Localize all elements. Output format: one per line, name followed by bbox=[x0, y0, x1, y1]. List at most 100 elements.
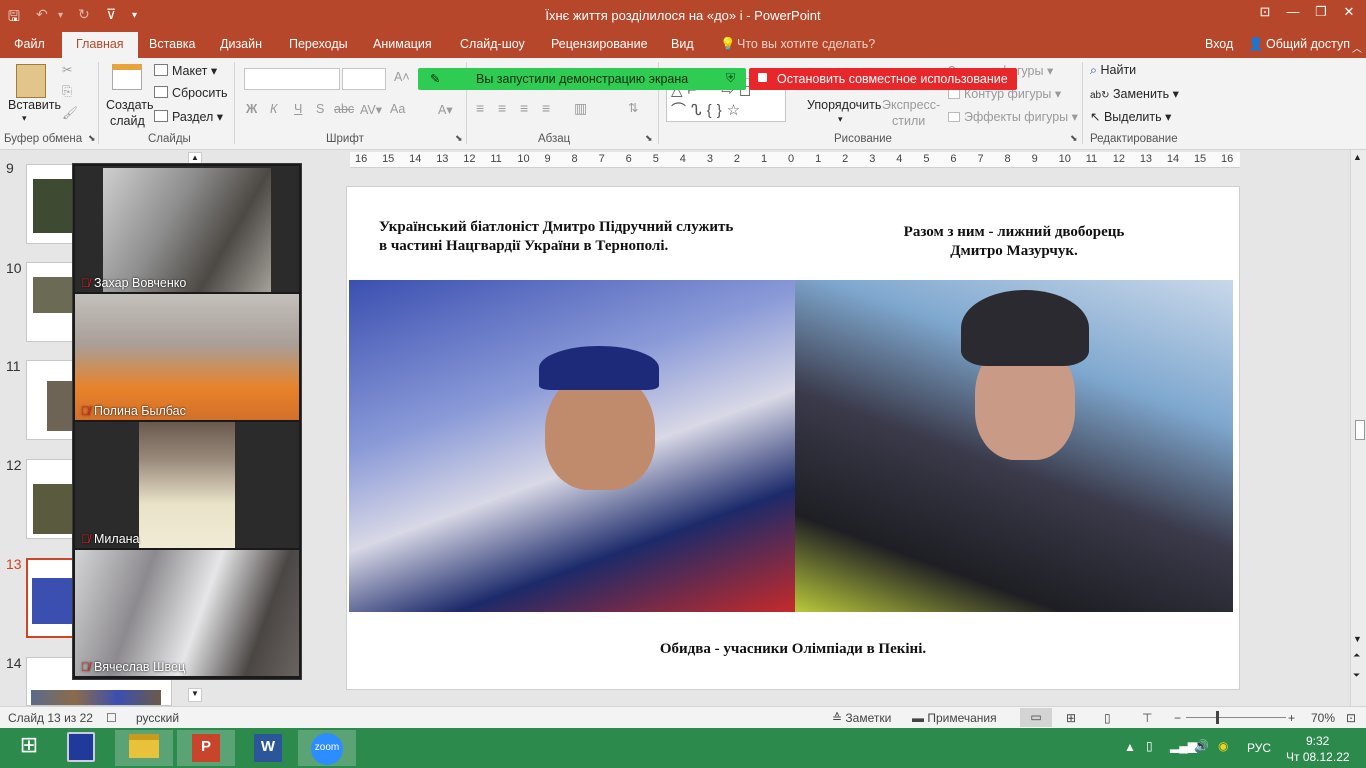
zoom-out-icon[interactable]: − bbox=[1174, 711, 1181, 725]
scroll-up-icon[interactable]: ▲ bbox=[1353, 152, 1362, 162]
arrange-button[interactable]: Упорядочить bbox=[807, 98, 881, 112]
clipboard-launcher-icon[interactable]: ⬊ bbox=[88, 133, 96, 144]
network-icon[interactable]: ▂▄▆ bbox=[1170, 739, 1197, 753]
text-direction-icon[interactable]: ⇅ bbox=[628, 100, 638, 115]
fit-to-window-icon[interactable]: ⊡ bbox=[1346, 711, 1356, 725]
share-button[interactable]: Общий доступ bbox=[1266, 37, 1350, 51]
shadow-button[interactable]: S bbox=[316, 102, 324, 116]
paste-icon[interactable] bbox=[16, 64, 46, 98]
reset-button[interactable]: Сбросить bbox=[154, 86, 228, 100]
ski-jumper-photo[interactable] bbox=[795, 280, 1233, 612]
font-color-icon[interactable]: A▾ bbox=[438, 102, 453, 117]
font-launcher-icon[interactable]: ⬊ bbox=[455, 133, 463, 144]
collapse-ribbon-icon[interactable]: ︿ bbox=[1352, 40, 1362, 55]
tab-view[interactable]: Вид bbox=[671, 37, 694, 51]
zoom-slider-thumb[interactable] bbox=[1216, 711, 1219, 724]
paragraph-launcher-icon[interactable]: ⬊ bbox=[645, 133, 653, 144]
biathlete-photo[interactable] bbox=[349, 280, 795, 612]
reading-view-icon[interactable]: ▯ bbox=[1104, 711, 1111, 725]
tell-me-search[interactable]: Что вы хотите сделать? bbox=[737, 37, 875, 51]
new-slide-label-2[interactable]: слайд bbox=[110, 114, 145, 128]
format-painter-icon[interactable]: 🖌 bbox=[62, 106, 78, 121]
tab-animation[interactable]: Анимация bbox=[373, 37, 432, 51]
font-size-combo[interactable] bbox=[342, 68, 386, 90]
thumbnails-scroll-down-icon[interactable]: ▼ bbox=[188, 688, 202, 702]
columns-icon[interactable]: ▥ bbox=[574, 100, 587, 117]
tray-expand-icon[interactable]: ▲ bbox=[1124, 740, 1136, 754]
zoom-in-icon[interactable]: + bbox=[1288, 711, 1295, 725]
volume-icon[interactable]: 🔊 bbox=[1194, 739, 1209, 753]
grow-font-icon[interactable]: A˄ bbox=[394, 70, 410, 84]
replace-button[interactable]: ab↻ Заменить ▾ bbox=[1090, 86, 1179, 101]
underline-button[interactable]: Ч bbox=[294, 102, 302, 116]
slideshow-view-icon[interactable]: ⊤ bbox=[1142, 711, 1152, 725]
comments-button[interactable]: ▬ Примечания bbox=[912, 711, 997, 725]
shape-effects-button[interactable]: Эффекты фигуры ▾ bbox=[948, 109, 1078, 124]
drawing-launcher-icon[interactable]: ⬊ bbox=[1070, 133, 1078, 144]
slide-canvas[interactable]: Український біатлоніст Дмитро Підручний … bbox=[346, 186, 1240, 690]
battery-icon[interactable]: ▯ bbox=[1146, 739, 1153, 753]
copy-icon[interactable]: ⎘ bbox=[62, 84, 72, 99]
find-button[interactable]: ⌕ Найти bbox=[1090, 63, 1136, 78]
section-button[interactable]: Раздел ▾ bbox=[154, 109, 223, 124]
slide-text-left[interactable]: Український біатлоніст Дмитро Підручний … bbox=[379, 218, 799, 256]
strikethrough-button[interactable]: abc bbox=[334, 102, 354, 116]
justify-icon[interactable]: ≡ bbox=[542, 100, 550, 116]
editor-vertical-scrollbar[interactable]: ▲ ▼ ⏶ ⏷ bbox=[1350, 150, 1366, 706]
select-button[interactable]: ↖ Выделить ▾ bbox=[1090, 109, 1171, 124]
tab-insert[interactable]: Вставка bbox=[149, 37, 195, 51]
word-taskbar-icon[interactable]: W bbox=[239, 730, 297, 766]
change-case-button[interactable]: Aa bbox=[390, 102, 405, 116]
tab-review[interactable]: Рецензирование bbox=[551, 37, 648, 51]
zoom-slider[interactable] bbox=[1186, 717, 1286, 718]
signin-link[interactable]: Вход bbox=[1205, 37, 1233, 51]
minimize-icon[interactable]: — bbox=[1280, 4, 1306, 26]
tab-home[interactable]: Главная bbox=[62, 32, 138, 58]
clock-time[interactable]: 9:32 bbox=[1306, 734, 1329, 748]
tab-slideshow[interactable]: Слайд-шоу bbox=[460, 37, 525, 51]
participant-video-tile[interactable]: 🎙̸ Захар Вовченко bbox=[75, 166, 299, 292]
participant-video-tile[interactable]: 🎙̸ Полина Былбас bbox=[75, 294, 299, 420]
paste-dropdown-icon[interactable]: ▾ bbox=[22, 113, 27, 124]
italic-button[interactable]: К bbox=[270, 102, 277, 116]
prev-slide-icon[interactable]: ⏶ bbox=[1353, 650, 1360, 661]
participant-video-tile[interactable]: 🎙̸ Милана bbox=[75, 422, 299, 548]
slide-text-bottom[interactable]: Обидва - учасники Олімпіади в Пекіні. bbox=[347, 640, 1239, 659]
notes-button[interactable]: ≙ Заметки bbox=[832, 711, 891, 725]
participant-video-tile[interactable]: 🎙̸ Вячеслав Швец bbox=[75, 550, 299, 676]
spellcheck-icon[interactable]: ☐ bbox=[106, 711, 117, 725]
powerpoint-taskbar-icon[interactable]: P bbox=[177, 730, 235, 766]
next-slide-icon[interactable]: ⏷ bbox=[1353, 670, 1360, 681]
stop-share-button[interactable]: Остановить совместное использование bbox=[749, 68, 1017, 90]
language-indicator[interactable]: русский bbox=[136, 711, 179, 725]
notification-app-icon[interactable]: ◉ bbox=[1218, 739, 1228, 753]
keyboard-language[interactable]: РУС bbox=[1247, 741, 1271, 755]
tab-transitions[interactable]: Переходы bbox=[289, 37, 348, 51]
file-explorer-icon[interactable] bbox=[115, 730, 173, 766]
layout-button[interactable]: Макет ▾ bbox=[154, 63, 217, 78]
align-right-icon[interactable]: ≡ bbox=[520, 100, 528, 116]
zoom-level[interactable]: 70% bbox=[1311, 711, 1335, 725]
quick-styles-button[interactable]: Экспресс- bbox=[882, 98, 940, 112]
clock-date[interactable]: Чт 08.12.22 bbox=[1286, 750, 1350, 764]
pin-icon[interactable]: ✎ bbox=[430, 71, 440, 86]
quick-styles-label-2[interactable]: стили bbox=[892, 114, 925, 128]
paste-button[interactable]: Вставить bbox=[8, 98, 61, 112]
new-slide-button[interactable]: Создать bbox=[106, 98, 154, 112]
close-icon[interactable]: ✕ bbox=[1336, 4, 1362, 26]
zoom-video-gallery[interactable]: 🎙̸ Захар Вовченко 🎙̸ Полина Былбас 🎙̸ Милан… bbox=[72, 163, 302, 680]
ribbon-display-icon[interactable]: ⊡ bbox=[1252, 4, 1278, 26]
align-center-icon[interactable]: ≡ bbox=[498, 100, 506, 116]
save-app-icon[interactable] bbox=[52, 730, 110, 766]
char-spacing-icon[interactable]: AV▾ bbox=[360, 102, 382, 117]
slide-text-right[interactable]: Разом з ним - лижний двоборець Дмитро Ма… bbox=[847, 223, 1181, 261]
scroll-down-icon[interactable]: ▼ bbox=[1353, 634, 1362, 644]
new-slide-icon[interactable] bbox=[112, 64, 142, 90]
font-name-combo[interactable] bbox=[244, 68, 340, 90]
restore-icon[interactable]: ❐ bbox=[1308, 4, 1334, 26]
cut-icon[interactable]: ✂ bbox=[62, 62, 72, 77]
start-icon[interactable]: ⊞ bbox=[0, 730, 58, 766]
tab-design[interactable]: Дизайн bbox=[220, 37, 262, 51]
tab-file[interactable]: Файл bbox=[14, 37, 45, 51]
bold-button[interactable]: Ж bbox=[246, 102, 257, 116]
